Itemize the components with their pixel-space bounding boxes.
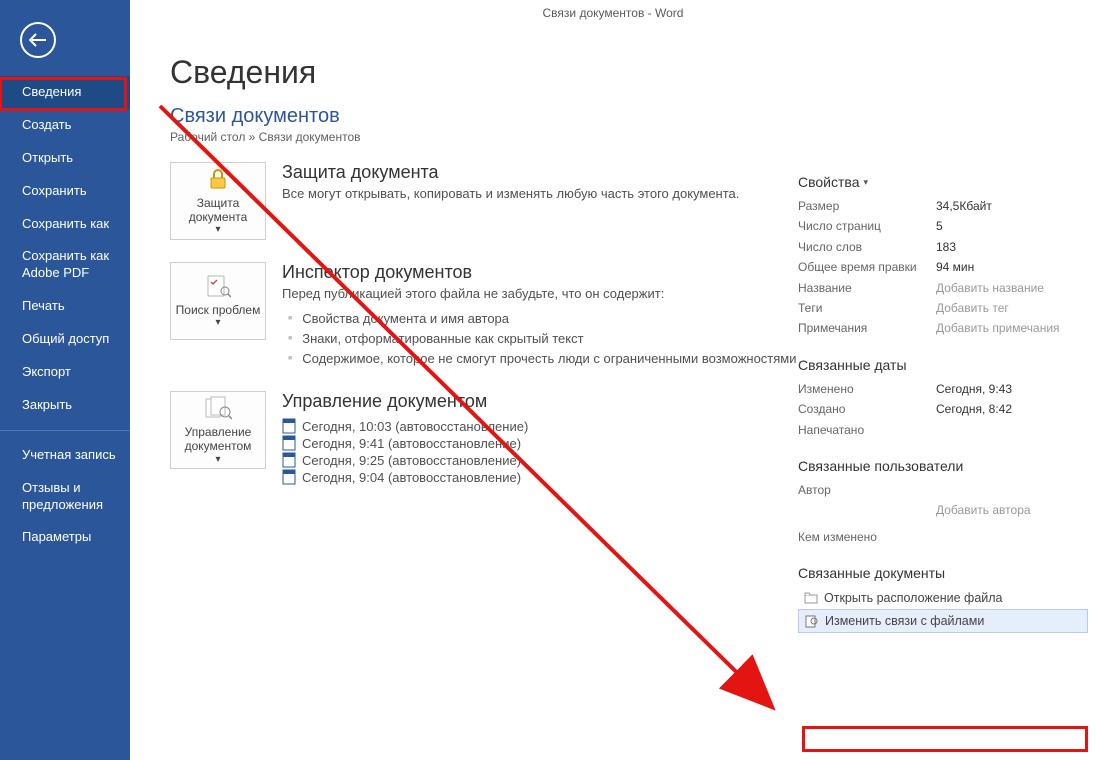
nav-feedback[interactable]: Отзывы и предложения bbox=[0, 472, 130, 522]
nav-save[interactable]: Сохранить bbox=[0, 175, 130, 208]
nav-options[interactable]: Параметры bbox=[0, 521, 130, 554]
nav-new[interactable]: Создать bbox=[0, 109, 130, 142]
nav-share[interactable]: Общий доступ bbox=[0, 323, 130, 356]
nav-save-as[interactable]: Сохранить как bbox=[0, 208, 130, 241]
nav-close[interactable]: Закрыть bbox=[0, 389, 130, 422]
nav-divider bbox=[0, 430, 130, 431]
nav-print[interactable]: Печать bbox=[0, 290, 130, 323]
backstage-sidebar: Сведения Создать Открыть Сохранить Сохра… bbox=[0, 0, 130, 760]
back-button[interactable] bbox=[20, 22, 56, 58]
nav-account[interactable]: Учетная запись bbox=[0, 439, 130, 472]
nav-export[interactable]: Экспорт bbox=[0, 356, 130, 389]
nav-open[interactable]: Открыть bbox=[0, 142, 130, 175]
annotation-highlight-box bbox=[0, 77, 127, 111]
nav-save-as-pdf[interactable]: Сохранить как Adobe PDF bbox=[0, 240, 130, 290]
annotation-arrow bbox=[130, 0, 1096, 760]
arrow-left-icon bbox=[29, 33, 47, 47]
